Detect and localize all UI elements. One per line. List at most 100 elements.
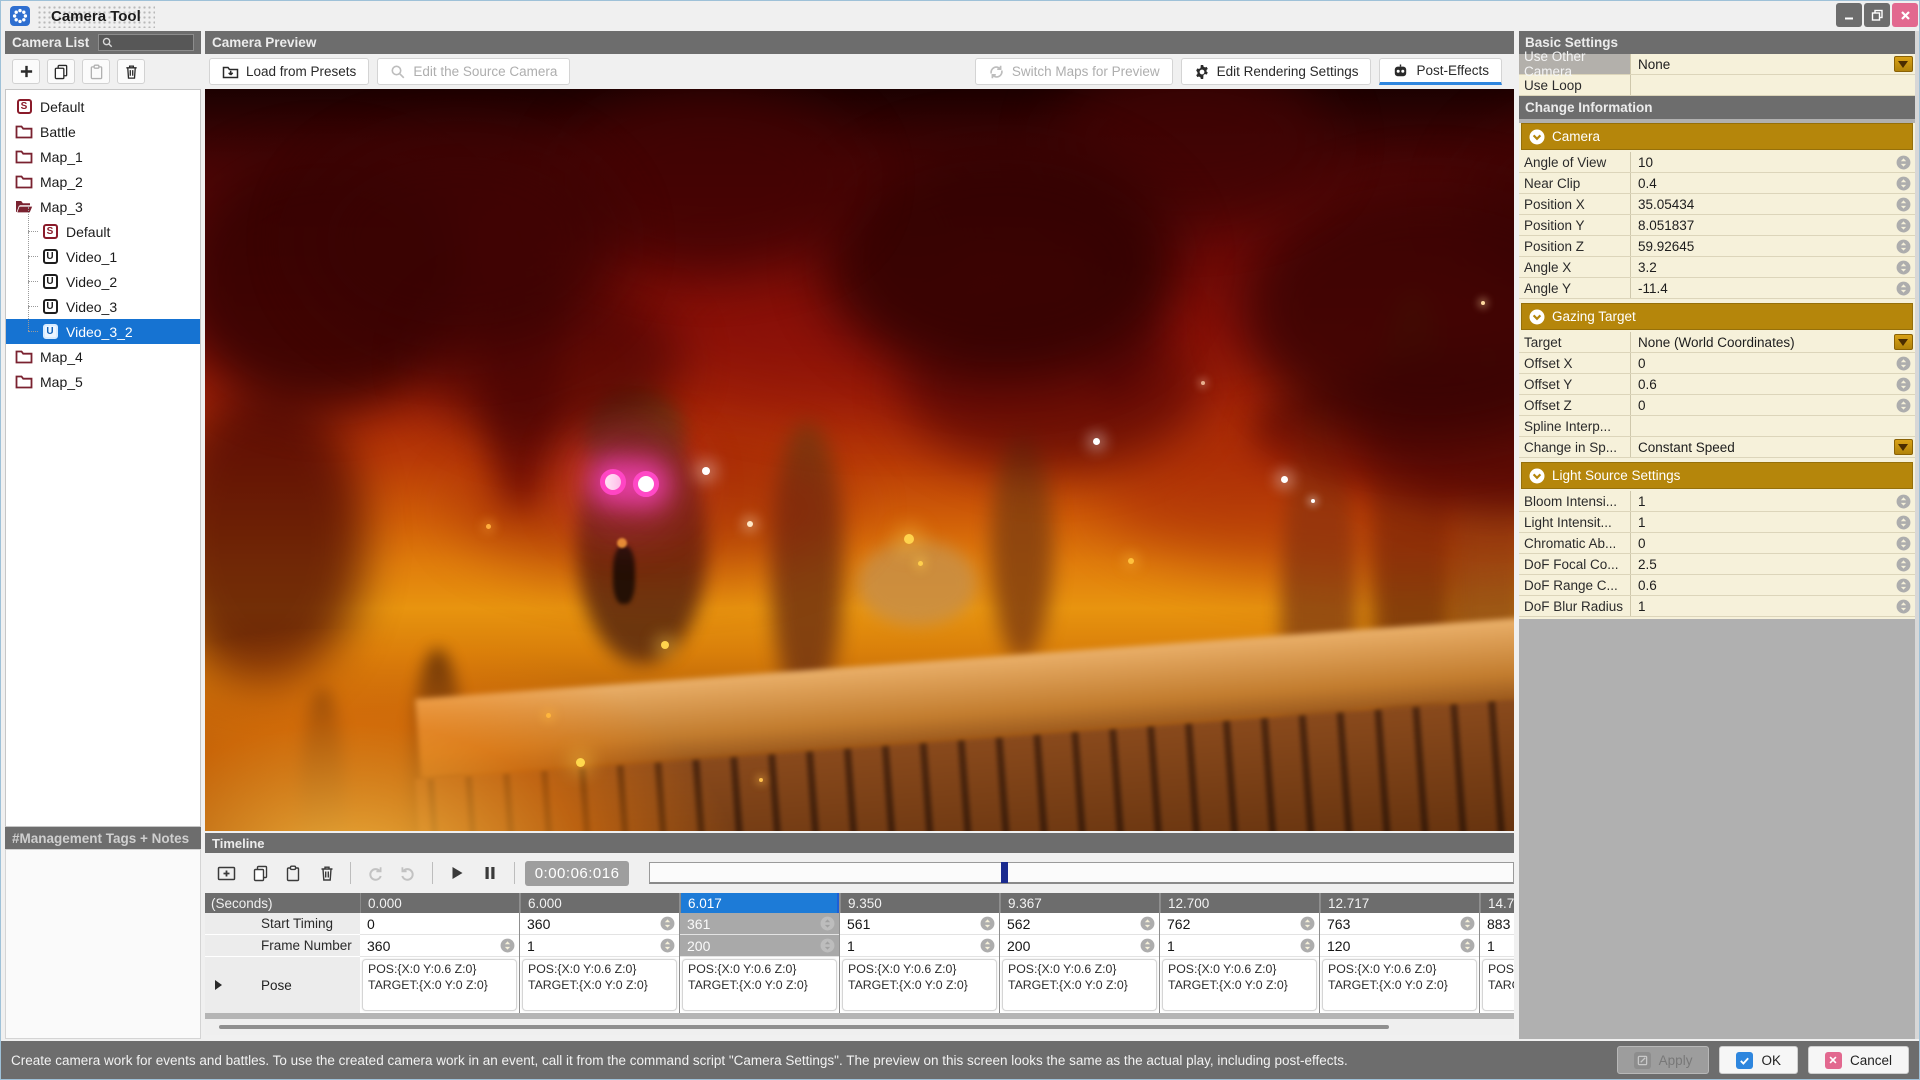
setting-value[interactable]: 3.2 bbox=[1631, 257, 1891, 277]
timeline-column-seconds[interactable]: 9.367 bbox=[1000, 893, 1159, 913]
spinner-icon[interactable] bbox=[1896, 197, 1911, 212]
setting-value[interactable]: 0.6 bbox=[1631, 575, 1891, 595]
setting-value[interactable]: -11.4 bbox=[1631, 278, 1891, 298]
pose-cell[interactable]: POS:{X:0 Y:0.6 Z:0} TARGET:{X:0 Y:0 Z:0} bbox=[842, 959, 997, 1011]
switch-maps-for-preview-button[interactable]: Switch Maps for Preview bbox=[974, 58, 1173, 85]
undo-button[interactable] bbox=[395, 860, 422, 886]
frame-number-cell[interactable]: 200 bbox=[1000, 935, 1159, 957]
pose-cell[interactable]: POS:{X:0 Y:0.6 Z:0} TARGET:{X:0 Y:0 Z:0} bbox=[362, 959, 517, 1011]
edit-rendering-settings-button[interactable]: Edit Rendering Settings bbox=[1180, 58, 1372, 85]
settings-vscrollbar[interactable] bbox=[1915, 31, 1919, 1039]
spinner-icon[interactable] bbox=[1140, 916, 1155, 931]
playhead[interactable] bbox=[1001, 862, 1009, 883]
setting-value[interactable]: 0 bbox=[1631, 395, 1891, 415]
tree-item-video_3[interactable]: U Video_3 bbox=[6, 282, 200, 319]
section-header-gazing-target[interactable]: Gazing Target bbox=[1521, 303, 1913, 330]
pose-cell[interactable]: POS:{X:0 Y:0.6 Z:0} TARGET:{X:0 Y:0 Z:0} bbox=[1482, 959, 1514, 1011]
frame-number-cell[interactable]: 1 bbox=[1480, 935, 1514, 957]
frame-number-cell[interactable]: 120 bbox=[1320, 935, 1479, 957]
start-timing-cell[interactable]: 763 bbox=[1320, 913, 1479, 935]
pose-cell[interactable]: POS:{X:0 Y:0.6 Z:0} TARGET:{X:0 Y:0 Z:0} bbox=[682, 959, 837, 1011]
spinner-icon[interactable] bbox=[500, 938, 515, 953]
start-timing-cell[interactable]: 883 bbox=[1480, 913, 1514, 935]
add-keyframe-button[interactable] bbox=[213, 860, 240, 886]
ok-button[interactable]: OK bbox=[1719, 1046, 1798, 1074]
timeline-column-seconds[interactable]: 0.000 bbox=[360, 893, 519, 913]
setting-value[interactable]: 8.051837 bbox=[1631, 215, 1891, 235]
start-timing-cell[interactable]: 360 bbox=[520, 913, 679, 935]
tree-item-map_1[interactable]: Map_1 bbox=[6, 144, 200, 169]
setting-value[interactable]: 2.5 bbox=[1631, 554, 1891, 574]
start-timing-cell[interactable]: 561 bbox=[840, 913, 999, 935]
pose-cell[interactable]: POS:{X:0 Y:0.6 Z:0} TARGET:{X:0 Y:0 Z:0} bbox=[1322, 959, 1477, 1011]
tree-item-map_4[interactable]: Map_4 bbox=[6, 344, 200, 369]
minimize-button[interactable] bbox=[1836, 3, 1862, 27]
cancel-button[interactable]: Cancel bbox=[1807, 1046, 1909, 1074]
play-button[interactable] bbox=[443, 860, 470, 886]
duplicate-button[interactable] bbox=[47, 59, 75, 84]
apply-button[interactable]: Apply bbox=[1616, 1046, 1710, 1074]
chevron-down-icon[interactable] bbox=[1529, 309, 1545, 325]
hscrollbar-handle[interactable] bbox=[219, 1025, 1389, 1029]
add-button[interactable] bbox=[12, 59, 40, 84]
pose-cell[interactable]: POS:{X:0 Y:0.6 Z:0} TARGET:{X:0 Y:0 Z:0} bbox=[1162, 959, 1317, 1011]
expand-pose-icon[interactable] bbox=[215, 980, 222, 990]
tree-item-battle[interactable]: Battle bbox=[6, 119, 200, 144]
spinner-icon[interactable] bbox=[980, 938, 995, 953]
timeline-hscrollbar[interactable] bbox=[205, 1019, 1514, 1035]
pause-button[interactable] bbox=[476, 860, 503, 886]
setting-value[interactable]: 1 bbox=[1631, 596, 1891, 616]
setting-value[interactable]: 1 bbox=[1631, 491, 1891, 511]
spinner-icon[interactable] bbox=[1896, 494, 1911, 509]
start-timing-cell[interactable]: 0 bbox=[360, 913, 519, 935]
spinner-icon[interactable] bbox=[1140, 938, 1155, 953]
paste-keyframe-button[interactable] bbox=[280, 860, 307, 886]
spinner-icon[interactable] bbox=[1896, 599, 1911, 614]
timeline-column-seconds[interactable]: 6.017 bbox=[680, 893, 839, 913]
spinner-icon[interactable] bbox=[1896, 557, 1911, 572]
duplicate-keyframe-button[interactable] bbox=[246, 860, 273, 886]
spinner-icon[interactable] bbox=[1896, 398, 1911, 413]
camera-list-search-input[interactable] bbox=[98, 34, 194, 51]
spinner-icon[interactable] bbox=[1896, 281, 1911, 296]
spinner-icon[interactable] bbox=[980, 916, 995, 931]
setting-value[interactable]: 10 bbox=[1631, 152, 1891, 172]
spinner-icon[interactable] bbox=[1896, 218, 1911, 233]
tree-item-default[interactable]: S Default bbox=[6, 207, 200, 244]
pose-cell[interactable]: POS:{X:0 Y:0.6 Z:0} TARGET:{X:0 Y:0 Z:0} bbox=[522, 959, 677, 1011]
load-from-presets-button[interactable]: Load from Presets bbox=[209, 58, 370, 85]
tree-item-map_2[interactable]: Map_2 bbox=[6, 169, 200, 194]
spinner-icon[interactable] bbox=[1896, 356, 1911, 371]
section-header-camera[interactable]: Camera bbox=[1521, 123, 1913, 150]
start-timing-cell[interactable]: 361 bbox=[680, 913, 839, 935]
tree-item-map_5[interactable]: Map_5 bbox=[6, 369, 200, 394]
pose-cell[interactable]: POS:{X:0 Y:0.6 Z:0} TARGET:{X:0 Y:0 Z:0} bbox=[1002, 959, 1157, 1011]
setting-value[interactable]: 0.4 bbox=[1631, 173, 1891, 193]
spinner-icon[interactable] bbox=[1896, 515, 1911, 530]
setting-value[interactable] bbox=[1631, 75, 1915, 95]
post-effects-tab[interactable]: Post-Effects bbox=[1379, 58, 1502, 85]
setting-value[interactable]: 1 bbox=[1631, 512, 1891, 532]
spinner-icon[interactable] bbox=[1896, 377, 1911, 392]
frame-number-cell[interactable]: 1 bbox=[520, 935, 679, 957]
restore-button[interactable] bbox=[1864, 3, 1890, 27]
timeline-scrubber[interactable] bbox=[649, 862, 1514, 884]
timeline-column-seconds[interactable]: 14.717 bbox=[1480, 893, 1514, 913]
setting-value[interactable]: 35.05434 bbox=[1631, 194, 1891, 214]
dropdown-icon[interactable] bbox=[1893, 334, 1913, 350]
start-timing-cell[interactable]: 762 bbox=[1160, 913, 1319, 935]
timeline-column-seconds[interactable]: 12.700 bbox=[1160, 893, 1319, 913]
paste-button[interactable] bbox=[82, 59, 110, 84]
section-header-light-source-settings[interactable]: Light Source Settings bbox=[1521, 462, 1913, 489]
tree-item-video_2[interactable]: U Video_2 bbox=[6, 257, 200, 294]
spinner-icon[interactable] bbox=[1896, 260, 1911, 275]
frame-number-cell[interactable]: 360 bbox=[360, 935, 519, 957]
dropdown-icon[interactable] bbox=[1893, 439, 1913, 455]
tree-item-map_3[interactable]: Map_3 bbox=[6, 194, 200, 219]
start-timing-cell[interactable]: 562 bbox=[1000, 913, 1159, 935]
chevron-down-icon[interactable] bbox=[1529, 129, 1545, 145]
setting-value[interactable]: 59.92645 bbox=[1631, 236, 1891, 256]
delete-button[interactable] bbox=[117, 59, 145, 84]
setting-value[interactable]: 0 bbox=[1631, 533, 1891, 553]
setting-value[interactable]: None (World Coordinates) bbox=[1631, 332, 1891, 352]
